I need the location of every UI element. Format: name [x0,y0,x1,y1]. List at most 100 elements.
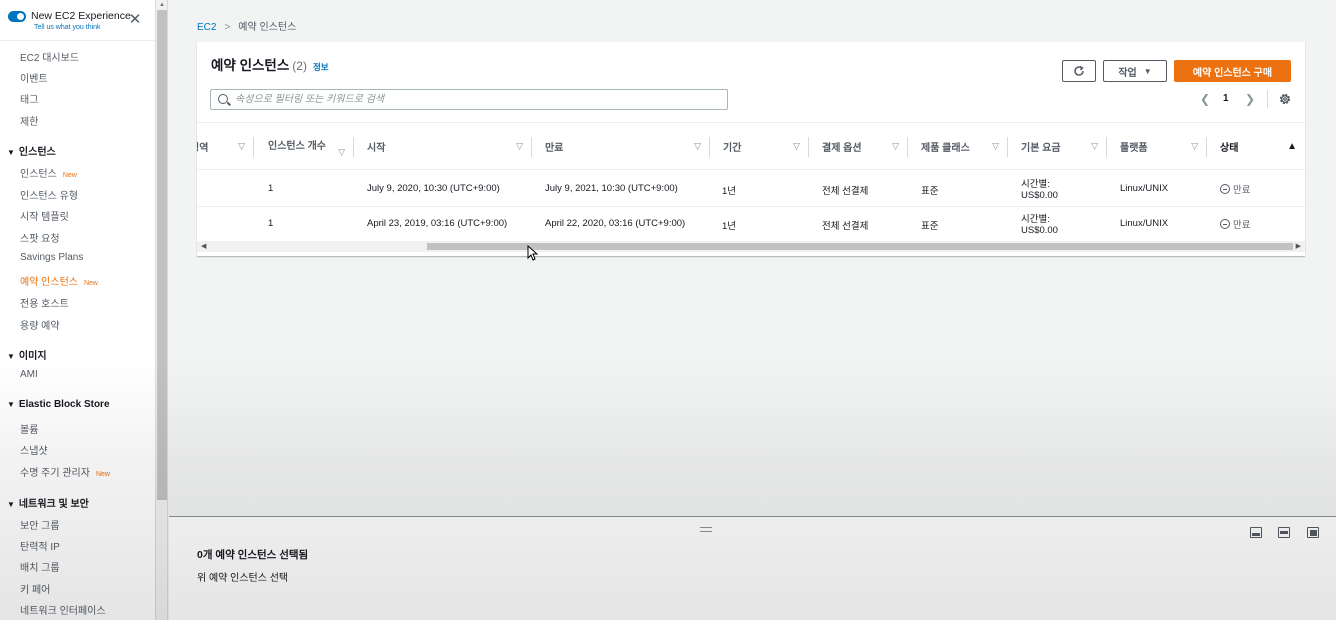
sidebar-section-label: 인스턴스 [18,147,56,158]
column-divider [353,137,354,157]
search-filter[interactable] [210,89,728,110]
scroll-right-icon[interactable]: ▶ [1296,242,1301,250]
sidebar-item-instances[interactable]: 인스턴스 New [20,165,77,180]
cell-term: 1년 [722,186,737,197]
column-header-payment-option[interactable]: 결제 옵션 ▽ [808,123,907,170]
sidebar-item-limits[interactable]: 제한 [20,113,38,128]
page-number[interactable]: 1 [1223,93,1229,104]
sort-icon: ▽ [338,147,345,157]
sidebar-section-ebs[interactable]: ▼ Elastic Block Store [7,399,110,410]
sidebar-item-network-interfaces[interactable]: 네트워크 인터페이스 [20,602,106,617]
cell-base-rate-label: 시간별: [1021,214,1050,225]
column-header-offering-class[interactable]: 제품 클래스 ▽ [907,123,1007,170]
sidebar-item-volumes[interactable]: 볼륨 [20,421,38,436]
column-divider [531,137,532,157]
column-header-zone[interactable]: 영역 ▽ [197,123,253,170]
column-divider [1007,137,1008,157]
cell-end: April 22, 2020, 03:16 (UTC+9:00) [545,218,686,229]
breadcrumb-link-ec2[interactable]: EC2 [197,22,216,33]
sidebar-item-elastic-ips[interactable]: 탄력적 IP [20,538,60,553]
split-panel-resize-handle[interactable] [700,527,712,532]
column-header-instance-count[interactable]: 인스턴스 개수 ▽ [253,123,353,170]
table-horizontal-scrollbar[interactable]: ◀ ▶ [197,241,1305,252]
search-input[interactable] [235,92,715,107]
new-experience-toggle[interactable] [8,11,26,22]
sidebar-item-key-pairs[interactable]: 키 페어 [20,581,50,596]
caret-down-icon: ▼ [7,500,15,509]
column-header-platform[interactable]: 플랫폼 ▽ [1106,123,1206,170]
sidebar-section-instances[interactable]: ▼ 인스턴스 [7,143,56,158]
column-header-status[interactable]: 상태 ▲ [1206,123,1305,170]
cell-platform: Linux/UNIX [1120,183,1169,194]
info-link[interactable]: 정보 [313,62,329,72]
reserved-instances-panel: 예약 인스턴스(2) 정보 작업 ▼ 예약 인스턴스 구매 ❮ 1 ❯ 영역 ▽ [197,42,1305,261]
cell-base-rate-value: US$0.00 [1021,225,1058,236]
cell-payment-option: 전체 선결제 [822,186,869,197]
sidebar-item-spot-requests[interactable]: 스팟 요청 [20,230,60,245]
sidebar-item-placement-groups[interactable]: 배치 그룹 [20,559,60,574]
split-panel-full-icon[interactable] [1307,527,1319,538]
column-header-term[interactable]: 기간 ▽ [709,123,808,170]
chevron-right-icon: > [224,22,231,33]
sidebar-item-label: 수명 주기 관리자 [20,468,90,479]
split-panel-bottom-icon[interactable] [1250,527,1262,538]
sidebar-item-reserved-instances[interactable]: 예약 인스턴스 New [20,273,98,288]
cell-status: 만료 [1220,182,1250,196]
sidebar-item-events[interactable]: 이벤트 [20,70,48,85]
split-panel: 0개 예약 인스턴스 선택됨 위 예약 인스턴스 선택 [169,516,1336,620]
sidebar-item-ec2-dashboard[interactable]: EC2 대시보드 [20,49,79,64]
sort-icon: ▽ [516,140,523,151]
cell-term: 1년 [722,221,737,232]
sidebar-item-instance-types[interactable]: 인스턴스 유형 [20,187,78,202]
sidebar-section-label: Elastic Block Store [18,399,110,410]
sidebar-item-snapshots[interactable]: 스냅샷 [20,442,48,457]
purchase-reserved-instances-button[interactable]: 예약 인스턴스 구매 [1174,60,1291,82]
status-text: 만료 [1233,220,1251,231]
split-panel-side-icon[interactable] [1278,527,1290,538]
split-panel-title: 0개 예약 인스턴스 선택됨 [197,549,309,561]
column-header-base-rate[interactable]: 기본 요금 ▽ [1007,123,1106,170]
sidebar-section-network-security[interactable]: ▼ 네트워크 및 보안 [7,495,89,510]
cell-offering-class: 표준 [921,186,939,197]
scroll-up-icon[interactable]: ▲ [159,2,165,8]
resource-count: (2) [292,59,307,73]
horizontal-scrollbar-thumb[interactable] [427,243,1293,250]
gear-icon[interactable] [1278,92,1292,106]
sidebar-section-images[interactable]: ▼ 이미지 [7,347,47,362]
cell-base-rate-value: US$0.00 [1021,190,1058,201]
column-divider [253,137,254,157]
caret-down-icon: ▼ [7,148,15,157]
column-divider [709,137,710,157]
sidebar-section-label: 네트워크 및 보안 [18,499,89,510]
sidebar-item-savings-plans[interactable]: Savings Plans [20,252,83,263]
icon-fill [1252,533,1260,536]
scroll-left-icon[interactable]: ◀ [201,242,206,250]
new-experience-feedback-link[interactable]: Tell us what you think [34,24,101,31]
column-header-end[interactable]: 만료 ▽ [531,123,709,170]
sidebar-item-dedicated-hosts[interactable]: 전용 호스트 [20,295,69,310]
chevron-right-icon[interactable]: ❯ [1245,92,1255,106]
main-content: EC2 > 예약 인스턴스 예약 인스턴스 (2) 정보 작업 ▼ 예약 인스턴스 구매 … [169,0,1336,516]
sidebar-item-security-groups[interactable]: 보안 그룹 [20,517,60,532]
sidebar-item-lifecycle-manager[interactable]: 수명 주기 관리자 New [20,464,110,479]
cell-start: July 9, 2020, 10:30 (UTC+9:00) [367,183,500,194]
sidebar-section-label: 이미지 [18,351,47,362]
column-header-label: 인스턴스 개수 [268,140,326,152]
close-icon[interactable]: ✕ [128,12,142,27]
sort-icon: ▽ [238,140,245,151]
sidebar-item-ami[interactable]: AMI [20,369,38,380]
refresh-button[interactable] [1062,60,1096,82]
cell-end: July 9, 2021, 10:30 (UTC+9:00) [545,183,678,194]
column-header-label: 기본 요금 [1021,142,1061,154]
icon-fill [1309,529,1317,536]
sidebar-item-launch-templates[interactable]: 시작 템플릿 [20,208,69,223]
chevron-left-icon[interactable]: ❮ [1200,92,1210,106]
sidebar: New EC2 Experience Tell us what you thin… [0,0,156,620]
actions-dropdown-button[interactable]: 작업 ▼ [1103,60,1167,82]
column-divider [808,137,809,157]
reserved-instances-table: 영역▽ 인스턴스 개수▽ 시작▽ 만료▽ 기간▽ 결제 옵션▽ 제품 클래스▽ … [197,122,1305,240]
sidebar-item-tags[interactable]: 태그 [20,91,38,106]
sidebar-scrollbar-thumb[interactable] [157,10,167,500]
column-header-start[interactable]: 시작 ▽ [353,123,531,170]
sidebar-item-capacity-reservations[interactable]: 용량 예약 [20,317,60,332]
